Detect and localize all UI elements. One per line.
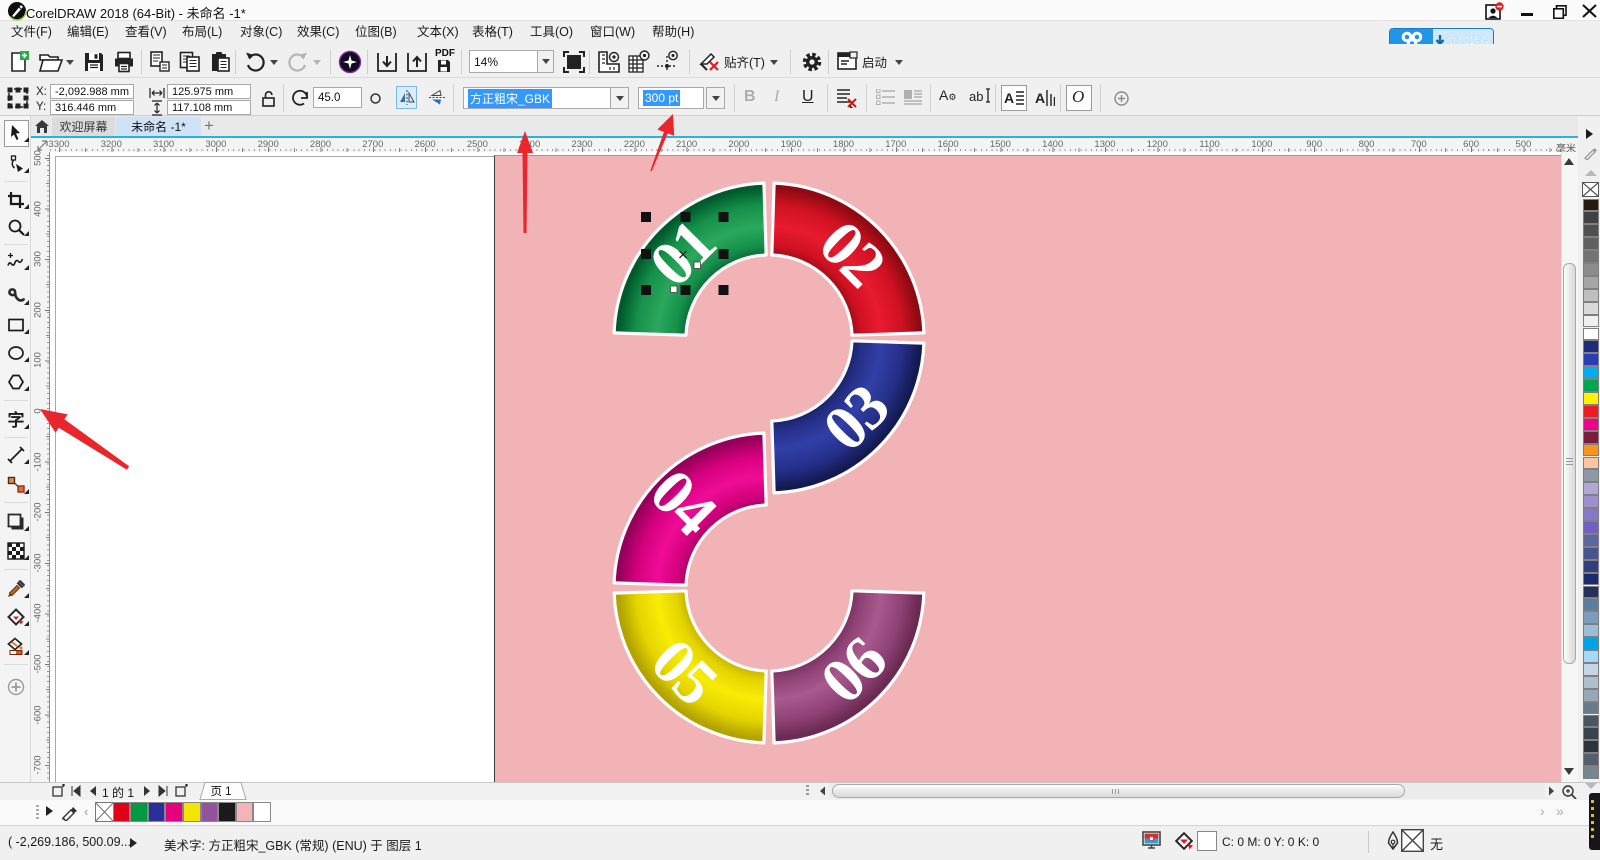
svg-text:A: A	[1035, 90, 1045, 106]
svg-text:字: 字	[8, 411, 25, 429]
svg-text:页 1: 页 1	[210, 786, 231, 798]
svg-text:A: A	[1004, 90, 1014, 106]
